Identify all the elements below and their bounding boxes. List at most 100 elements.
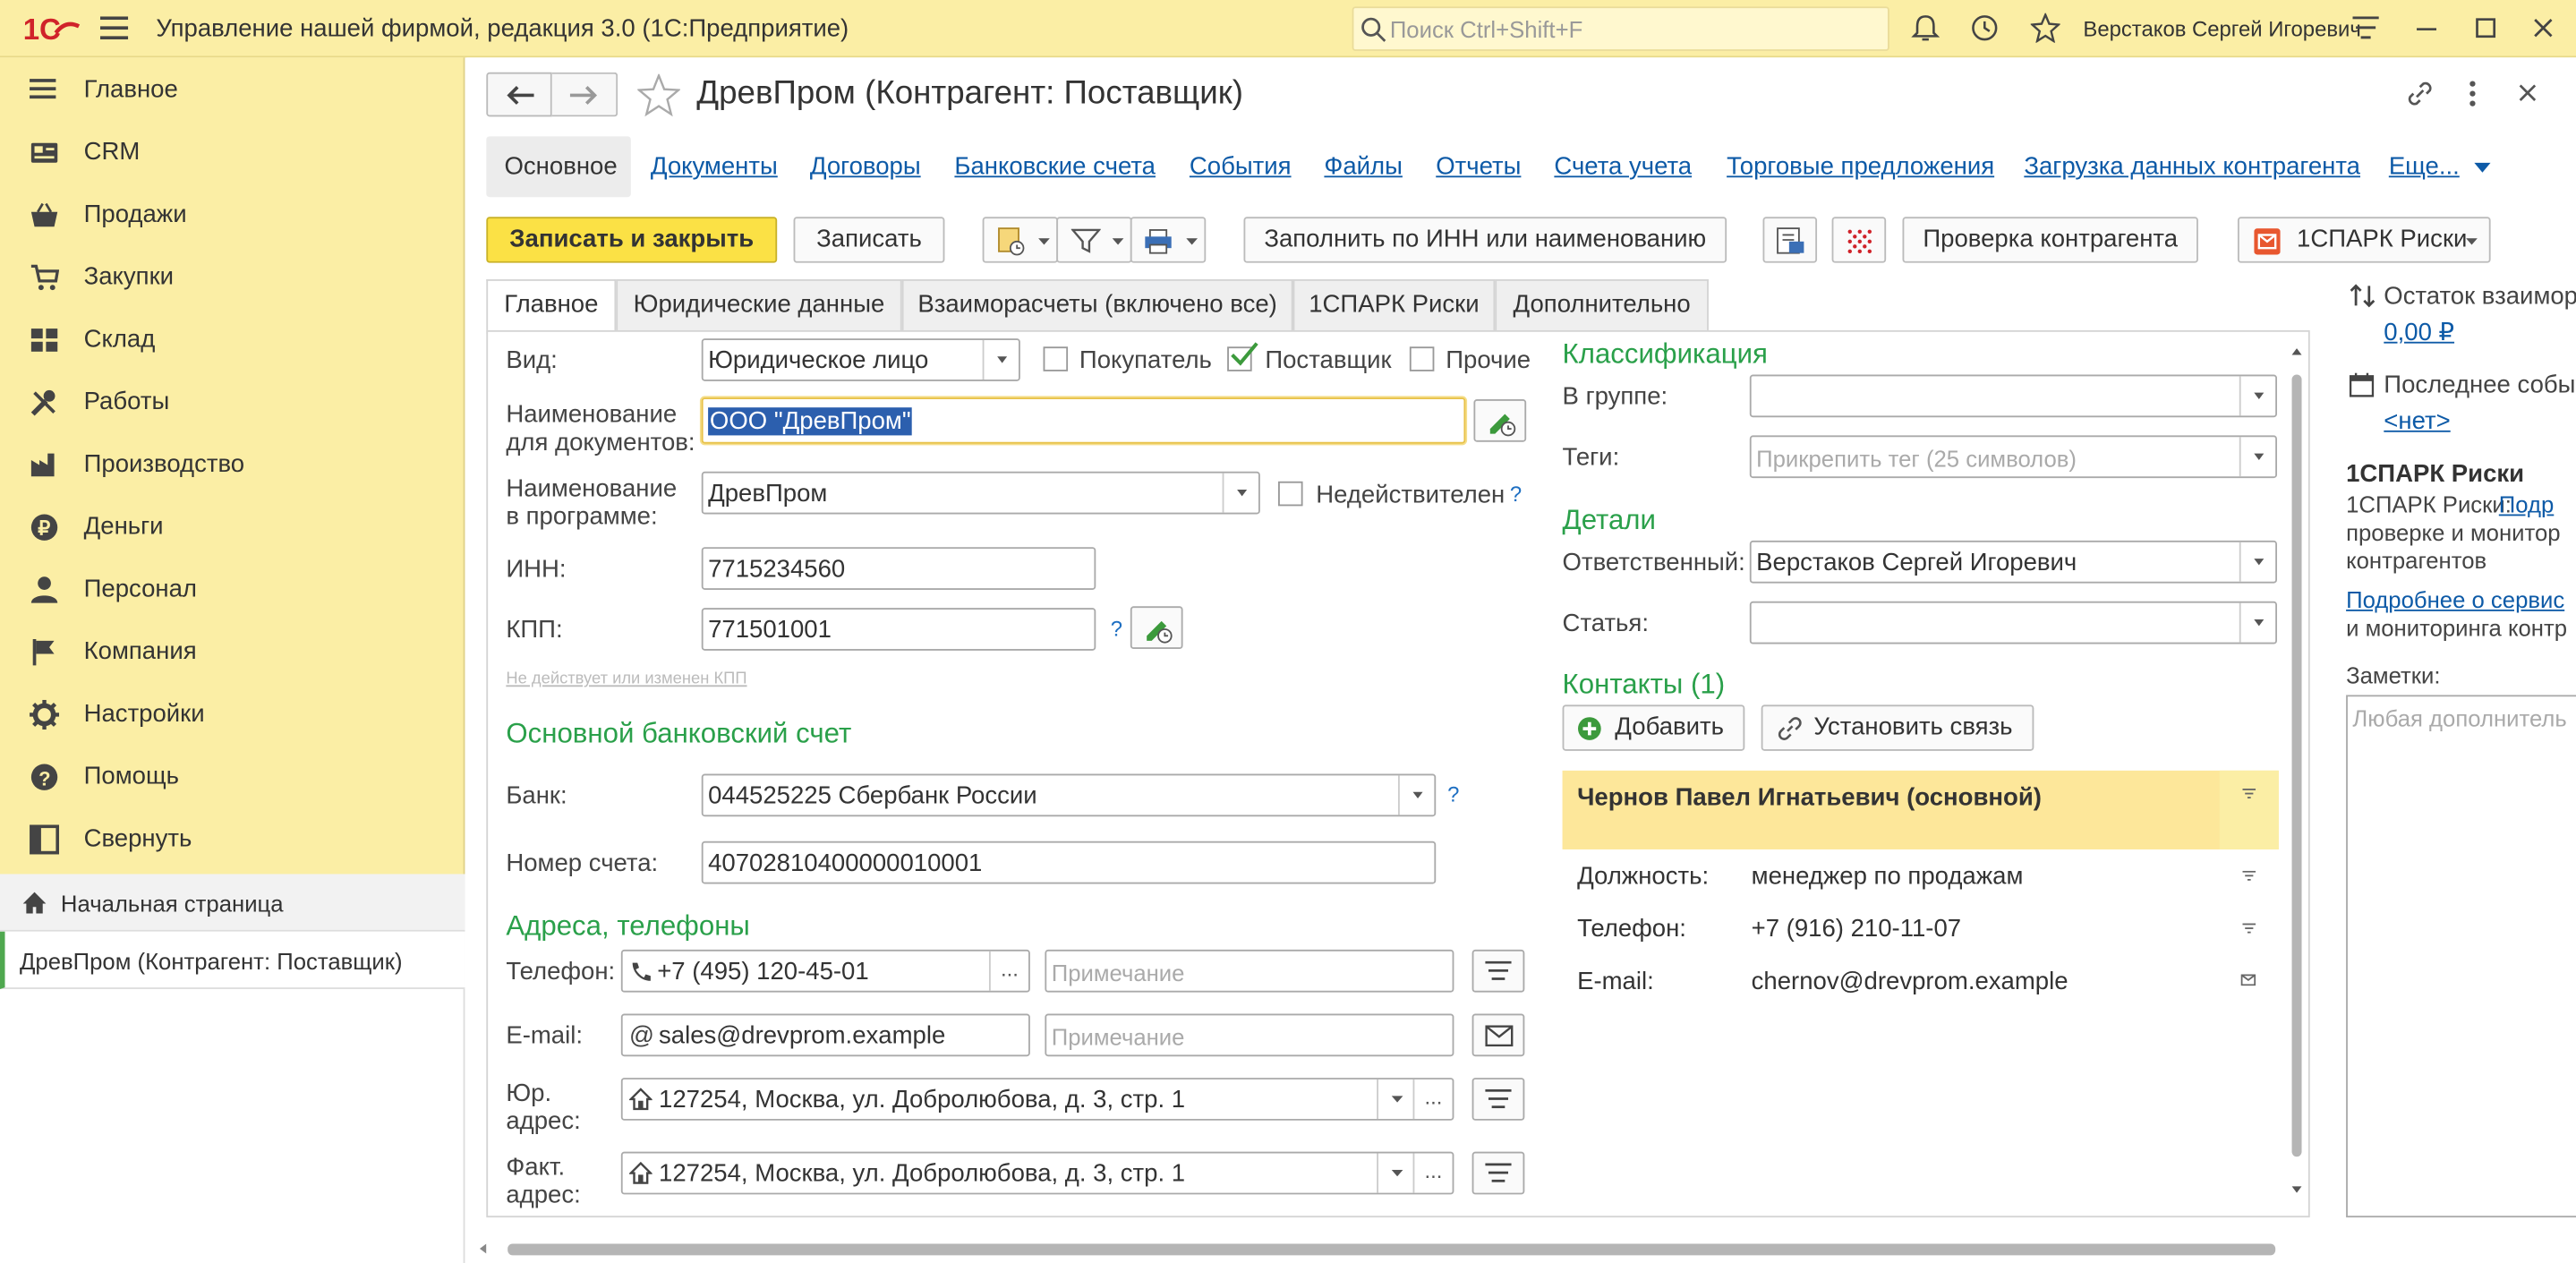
- link-icon[interactable]: [2405, 79, 2435, 108]
- sidebar-item-collapse[interactable]: Свернуть: [0, 808, 465, 871]
- sidebar-item-money[interactable]: ₽ Деньги: [0, 496, 465, 559]
- horizontal-scrollbar[interactable]: [474, 1237, 2576, 1260]
- email-note-input[interactable]: Примечание: [1045, 1013, 1454, 1057]
- envelope-icon[interactable]: [2240, 974, 2256, 986]
- tab-accounting-accounts[interactable]: Счета учета: [1554, 153, 1692, 181]
- tab-trade-offers[interactable]: Торговые предложения: [1727, 153, 1994, 181]
- dropdown-button[interactable]: [2239, 542, 2275, 582]
- close-form-icon[interactable]: [2519, 84, 2537, 102]
- scroll-down-icon[interactable]: [2291, 1186, 2302, 1193]
- create-based-on-button[interactable]: [982, 217, 1059, 263]
- sidebar-item-crm[interactable]: CRM: [0, 122, 465, 184]
- favorite-star-icon[interactable]: [637, 73, 680, 117]
- last-event-link[interactable]: <нет>: [2384, 407, 2450, 435]
- invalid-help-link[interactable]: ?: [1510, 482, 1522, 507]
- legal-address-more-button[interactable]: [1471, 1078, 1525, 1121]
- dropdown-button[interactable]: [1222, 473, 1258, 513]
- scroll-up-icon[interactable]: [2291, 348, 2302, 355]
- spark-risks-button[interactable]: 1СПАРК Риски: [2237, 217, 2491, 263]
- type-select[interactable]: Юридическое лицо: [701, 338, 1020, 381]
- tab-events[interactable]: События: [1190, 153, 1292, 181]
- bank-select[interactable]: 044525225 Сбербанк России: [701, 773, 1437, 817]
- phone-input[interactable]: +7 (495) 120-45-01 ...: [620, 949, 1030, 993]
- phone-more-button[interactable]: [1471, 949, 1525, 993]
- form-vertical-scrollbar[interactable]: [2289, 342, 2305, 1213]
- contact-phone-value[interactable]: +7 (916) 210-11-07: [1752, 915, 1961, 943]
- dropdown-button[interactable]: [2239, 602, 2275, 643]
- sidebar-item-settings[interactable]: Настройки: [0, 684, 465, 747]
- fill-by-inn-button[interactable]: Заполнить по ИНН или наименованию: [1243, 217, 1727, 263]
- legal-address-input[interactable]: 127254, Москва, ул. Добролюбова, д. 3, с…: [620, 1078, 1454, 1121]
- tab-bank-accounts[interactable]: Банковские счета: [954, 153, 1156, 181]
- dropdown-button[interactable]: [2239, 376, 2275, 416]
- form-tab-legal-data[interactable]: Юридические данные: [616, 279, 902, 332]
- add-contact-button[interactable]: Добавить: [1562, 704, 1745, 751]
- sidebar-item-main[interactable]: Главное: [0, 59, 465, 122]
- tab-more[interactable]: Еще...: [2389, 153, 2460, 181]
- balance-value-link[interactable]: 0,00 ₽: [2384, 317, 2454, 346]
- article-select[interactable]: [1749, 601, 2278, 644]
- spark-link-2[interactable]: Подробнее о сервис: [2346, 586, 2564, 612]
- dropdown-button[interactable]: [1377, 1079, 1412, 1119]
- inn-input[interactable]: 7715234560: [701, 547, 1096, 590]
- check-counterparty-button[interactable]: Проверка контрагента: [1902, 217, 2198, 263]
- settings-lines-icon[interactable]: [2352, 16, 2379, 39]
- group-select[interactable]: [1749, 374, 2278, 418]
- form-tab-additional[interactable]: Дополнительно: [1495, 279, 1709, 332]
- contact-email-value[interactable]: chernov@drevprom.example: [1752, 968, 2068, 995]
- current-user[interactable]: Верстаков Сергей Игоревич: [2083, 16, 2360, 41]
- kpp-changed-link[interactable]: Не действует или изменен КПП: [506, 670, 746, 688]
- sidebar-item-company[interactable]: Компания: [0, 621, 465, 684]
- more-vertical-icon[interactable]: [2468, 79, 2478, 108]
- bank-help-link[interactable]: ?: [1447, 782, 1459, 807]
- save-button[interactable]: Записать: [793, 217, 945, 263]
- h-scroll-thumb[interactable]: [508, 1243, 2276, 1256]
- dots-grid-button[interactable]: [1831, 217, 1887, 263]
- name-for-documents-input[interactable]: ООО "ДревПром": [701, 397, 1466, 444]
- tab-reports[interactable]: Отчеты: [1436, 153, 1521, 181]
- tab-load-counterparty-data[interactable]: Загрузка данных контрагента: [2024, 153, 2360, 181]
- kpp-help-link[interactable]: ?: [1111, 616, 1122, 641]
- filter-button[interactable]: [1056, 217, 1132, 263]
- edit-name-button[interactable]: [1473, 399, 1527, 442]
- 1c-logo-icon[interactable]: 1С: [23, 13, 82, 47]
- dropdown-button[interactable]: [982, 339, 1019, 380]
- tags-input[interactable]: Прикрепить тег (25 символов): [1749, 435, 2278, 479]
- sidebar-item-purchases[interactable]: Закупки: [0, 246, 465, 309]
- star-icon[interactable]: [2030, 13, 2060, 43]
- supplier-checkbox[interactable]: [1227, 342, 1258, 371]
- phone-select-button[interactable]: ...: [988, 951, 1028, 991]
- invalid-checkbox[interactable]: [1278, 481, 1303, 507]
- form-tab-spark[interactable]: 1СПАРК Риски: [1292, 279, 1496, 332]
- sidebar-item-sales[interactable]: Продажи: [0, 184, 465, 247]
- sidebar-item-works[interactable]: Работы: [0, 371, 465, 434]
- send-email-button[interactable]: [1471, 1013, 1525, 1057]
- minimize-icon[interactable]: [2417, 28, 2437, 31]
- actual-address-more-button[interactable]: [1471, 1151, 1525, 1195]
- buyer-checkbox[interactable]: [1043, 346, 1069, 371]
- forward-button[interactable]: [551, 72, 618, 117]
- scroll-left-icon[interactable]: [479, 1243, 487, 1254]
- dropdown-button[interactable]: [1377, 1153, 1412, 1193]
- print-button[interactable]: [1130, 217, 1207, 263]
- menu-lines-icon[interactable]: [2242, 789, 2256, 799]
- back-button[interactable]: [486, 72, 552, 117]
- contact-row-selected[interactable]: Чернов Павел Игнатьевич (основной): [1562, 770, 2279, 849]
- home-page-tab[interactable]: Начальная страница: [0, 874, 465, 932]
- phone-note-input[interactable]: Примечание: [1045, 949, 1454, 993]
- dropdown-button[interactable]: [1398, 775, 1434, 815]
- hamburger-menu-icon[interactable]: [99, 16, 129, 40]
- email-input[interactable]: @ sales@drevprom.example: [620, 1013, 1030, 1057]
- link-contact-button[interactable]: Установить связь: [1761, 704, 2034, 751]
- spark-link-1[interactable]: Подр: [2499, 491, 2554, 517]
- sidebar-item-help[interactable]: ? Помощь: [0, 746, 465, 808]
- bell-icon[interactable]: [1911, 13, 1941, 43]
- document-scan-button[interactable]: [1762, 217, 1818, 263]
- maximize-icon[interactable]: [2476, 18, 2496, 38]
- name-in-program-input[interactable]: ДревПром: [701, 471, 1260, 515]
- menu-lines-icon[interactable]: [2242, 870, 2256, 881]
- form-tab-settlements[interactable]: Взаиморасчеты (включено все): [901, 279, 1293, 332]
- kpp-history-button[interactable]: [1130, 606, 1183, 650]
- sidebar-item-production[interactable]: Производство: [0, 434, 465, 497]
- tab-contracts[interactable]: Договоры: [810, 153, 921, 181]
